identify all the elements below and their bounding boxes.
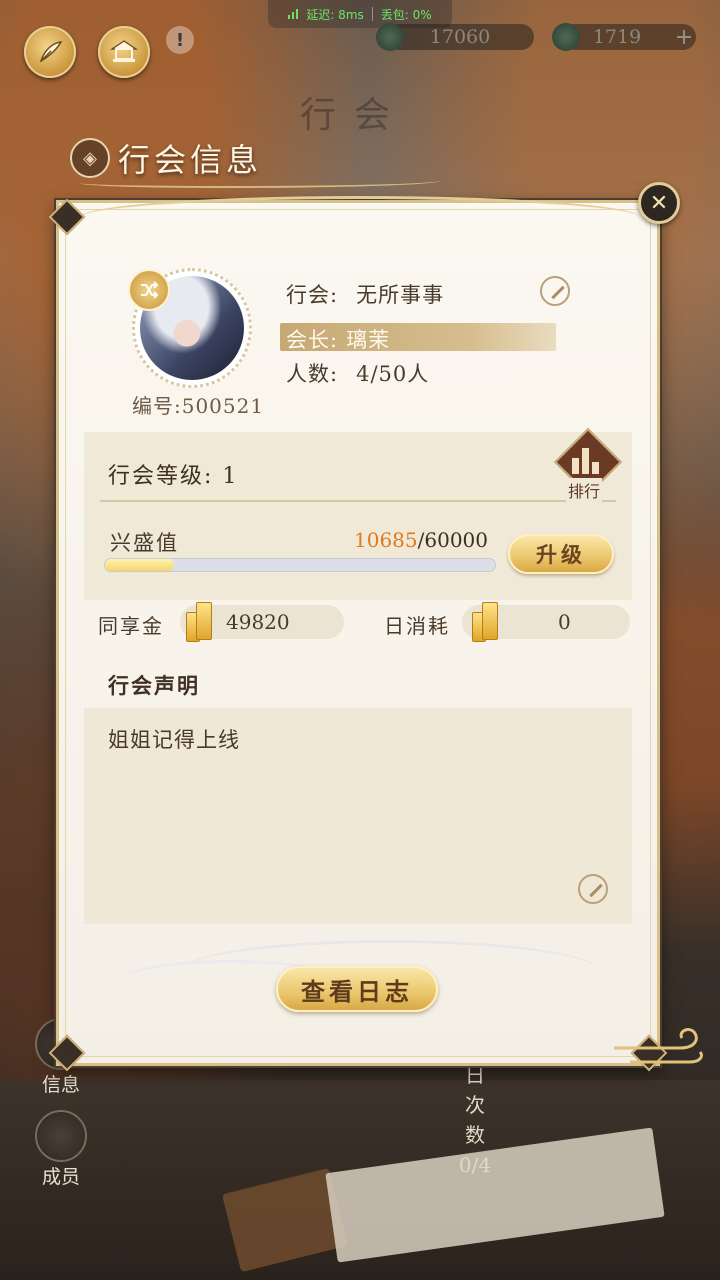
members-nav-icon bbox=[35, 1110, 87, 1162]
leader-label: 会长: bbox=[286, 328, 339, 352]
guild-level-value: 1 bbox=[222, 464, 239, 489]
gold-ingot-icon bbox=[468, 598, 502, 642]
notice-icon[interactable]: ! bbox=[166, 26, 194, 54]
prosperity-max: /60000 bbox=[417, 528, 488, 552]
guild-name-label: 行会: bbox=[286, 283, 339, 307]
prosperity-progress-bar bbox=[104, 558, 496, 572]
leader-row: 会长: 璃茉 bbox=[286, 324, 390, 354]
daily-cost-value: 0 bbox=[558, 610, 571, 634]
pavilion-icon bbox=[109, 40, 139, 62]
feather-icon bbox=[39, 41, 63, 63]
panel-title: 行会信息 bbox=[118, 141, 263, 179]
shuffle-avatar-button[interactable] bbox=[128, 269, 170, 311]
currency-jade: 17060 bbox=[376, 23, 534, 51]
close-button[interactable]: ✕ bbox=[638, 182, 680, 224]
members-value: 4/50人 bbox=[356, 362, 430, 386]
prosperity-progress-fill bbox=[105, 559, 175, 571]
jade-coin-icon bbox=[376, 23, 404, 51]
gold-swirl-decoration bbox=[614, 1028, 704, 1064]
guild-name-row: 行会: 无所事事 bbox=[286, 279, 444, 309]
ranking-label: 排行 bbox=[566, 478, 603, 502]
daily-count-label: 日次数 bbox=[465, 1063, 485, 1147]
side-nav-info-label: 信息 bbox=[41, 1074, 80, 1096]
guild-name: 无所事事 bbox=[356, 283, 445, 307]
guild-id: 编号:500521 bbox=[132, 394, 265, 418]
title-swirl-decoration bbox=[80, 176, 440, 188]
close-icon: ✕ bbox=[649, 190, 669, 216]
shared-gold-value: 49820 bbox=[226, 610, 290, 634]
pavilion-menu-button[interactable] bbox=[98, 26, 150, 78]
guild-emblem-icon: ◈ bbox=[70, 138, 110, 178]
panel-title-bar: ◈ 行会信息 bbox=[60, 128, 440, 188]
ranking-bars-icon bbox=[572, 446, 602, 474]
daily-count: 日次数 0/4 bbox=[457, 1060, 493, 1180]
latency-text: 延迟: 8ms bbox=[306, 7, 364, 22]
ranking-button[interactable]: 排行 bbox=[554, 428, 622, 502]
side-nav-members-label: 成员 bbox=[41, 1166, 80, 1188]
guild-level-label: 行会等级: bbox=[108, 464, 214, 489]
gold-ingot-icon bbox=[182, 598, 216, 642]
status-divider bbox=[371, 7, 373, 21]
edit-declaration-icon[interactable] bbox=[578, 874, 608, 904]
panel-top-decoration bbox=[80, 196, 640, 239]
edit-name-icon[interactable] bbox=[540, 276, 570, 306]
prosperity-value: 10685/60000 bbox=[354, 528, 488, 552]
shuffle-icon bbox=[141, 281, 159, 299]
packet-loss-text: 丢包: 0% bbox=[380, 7, 432, 22]
daily-cost-label: 日消耗 bbox=[384, 614, 450, 638]
upgrade-button[interactable]: 升级 bbox=[508, 534, 614, 574]
feather-menu-button[interactable] bbox=[24, 26, 76, 78]
view-log-button[interactable]: 查看日志 bbox=[276, 966, 438, 1012]
prosperity-label: 兴盛值 bbox=[110, 531, 179, 555]
guild-level: 行会等级: 1 bbox=[108, 458, 238, 490]
prosperity-current: 10685 bbox=[354, 528, 418, 552]
members-label: 人数: bbox=[286, 362, 339, 386]
currency-gem: 1719 + bbox=[552, 23, 696, 51]
add-currency-icon[interactable]: + bbox=[672, 25, 696, 50]
side-nav-members[interactable]: 成员 bbox=[30, 1110, 92, 1189]
members-row: 人数: 4/50人 bbox=[286, 358, 429, 388]
signal-icon bbox=[288, 9, 299, 19]
gem-coin-icon bbox=[552, 23, 580, 51]
declaration-text: 姐姐记得上线 bbox=[108, 728, 240, 752]
daily-count-value: 0/4 bbox=[458, 1153, 492, 1177]
currency-jade-value: 17060 bbox=[429, 26, 491, 48]
leader-name: 璃茉 bbox=[346, 328, 391, 352]
declaration-title: 行会声明 bbox=[108, 673, 200, 698]
shared-gold-label: 同享金 bbox=[98, 614, 164, 638]
level-divider bbox=[100, 500, 616, 502]
